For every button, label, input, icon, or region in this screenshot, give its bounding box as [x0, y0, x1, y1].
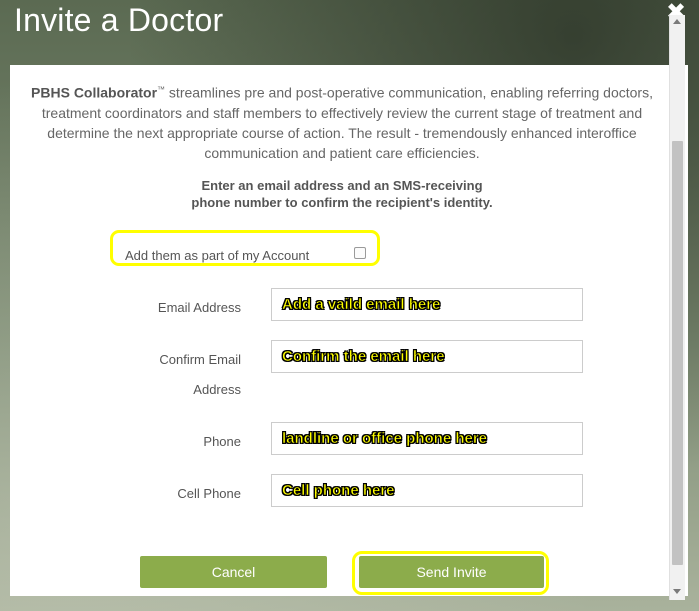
scroll-up-arrow-icon[interactable]	[673, 19, 681, 24]
trademark-symbol: ™	[157, 85, 166, 94]
instruction-line-1: Enter an email address and an SMS-receiv…	[201, 178, 483, 193]
cancel-button[interactable]: Cancel	[140, 556, 327, 588]
instruction-line-2: phone number to confirm the recipient's …	[191, 195, 493, 210]
confirm-email-label-line-2: Address	[193, 382, 241, 397]
confirm-email-label-line-1: Confirm Email	[159, 352, 241, 367]
account-option-label: Add them as part of my Account	[125, 248, 310, 263]
account-checkbox[interactable]	[354, 247, 366, 259]
email-label: Email Address	[157, 300, 241, 315]
modal-body: PBHS Collaborator™ streamlines pre and p…	[10, 65, 688, 596]
instruction-text: Enter an email address and an SMS-receiv…	[170, 177, 514, 211]
phone-field[interactable]: landline or office phone here	[271, 422, 583, 455]
confirm-email-field[interactable]: Confirm the email here	[271, 340, 583, 373]
scroll-down-arrow-icon[interactable]	[673, 589, 681, 594]
cell-phone-field[interactable]: Cell phone here	[271, 474, 583, 507]
scrollbar-thumb[interactable]	[672, 141, 683, 565]
modal-title: Invite a Doctor	[14, 2, 224, 38]
send-invite-button[interactable]: Send Invite	[359, 556, 544, 588]
cell-phone-label: Cell Phone	[177, 486, 241, 501]
phone-label: Phone	[203, 434, 241, 449]
email-field[interactable]: Add a vaild email here	[271, 288, 583, 321]
scrollbar[interactable]	[669, 15, 685, 600]
brand-name: PBHS Collaborator	[31, 84, 158, 101]
intro-text: PBHS Collaborator™ streamlines pre and p…	[30, 80, 654, 163]
